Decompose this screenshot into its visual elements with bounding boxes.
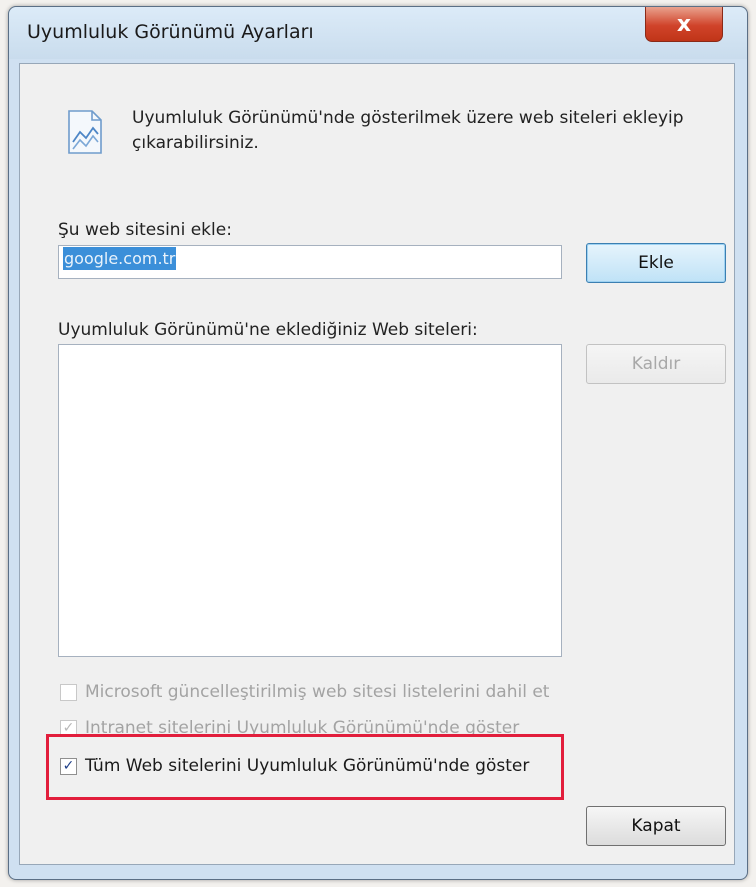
dialog-body: Uyumluluk Görünümü'nde gösterilmek üzere… <box>19 63 735 865</box>
site-list-label: Uyumluluk Görünümü'ne eklediğiniz Web si… <box>58 320 478 340</box>
close-button[interactable]: Kapat <box>586 806 726 846</box>
title-bar[interactable]: Uyumluluk Görünümü Ayarları x <box>9 7 747 59</box>
info-text: Uyumluluk Görünümü'nde gösterilmek üzere… <box>132 108 684 153</box>
page-picture-icon <box>68 110 102 154</box>
add-site-label: Şu web sitesini ekle: <box>58 220 232 240</box>
site-list[interactable] <box>58 344 562 657</box>
add-site-input-value: google.com.tr <box>63 247 177 270</box>
include-microsoft-lists-option[interactable]: Microsoft güncelleştirilmiş web sitesi l… <box>60 682 549 702</box>
include-microsoft-lists-label: Microsoft güncelleştirilmiş web sitesi l… <box>85 682 550 702</box>
include-microsoft-lists-checkbox[interactable] <box>60 683 77 701</box>
remove-button[interactable]: Kaldır <box>586 344 726 384</box>
dialog-window: Uyumluluk Görünümü Ayarları x Uyumluluk … <box>8 6 748 880</box>
close-window-button[interactable]: x <box>645 7 723 42</box>
highlight-box <box>46 734 564 800</box>
close-icon: x <box>676 11 692 37</box>
add-button[interactable]: Ekle <box>586 243 726 283</box>
add-site-input[interactable]: google.com.tr <box>58 245 562 279</box>
window-title: Uyumluluk Görünümü Ayarları <box>27 21 314 43</box>
